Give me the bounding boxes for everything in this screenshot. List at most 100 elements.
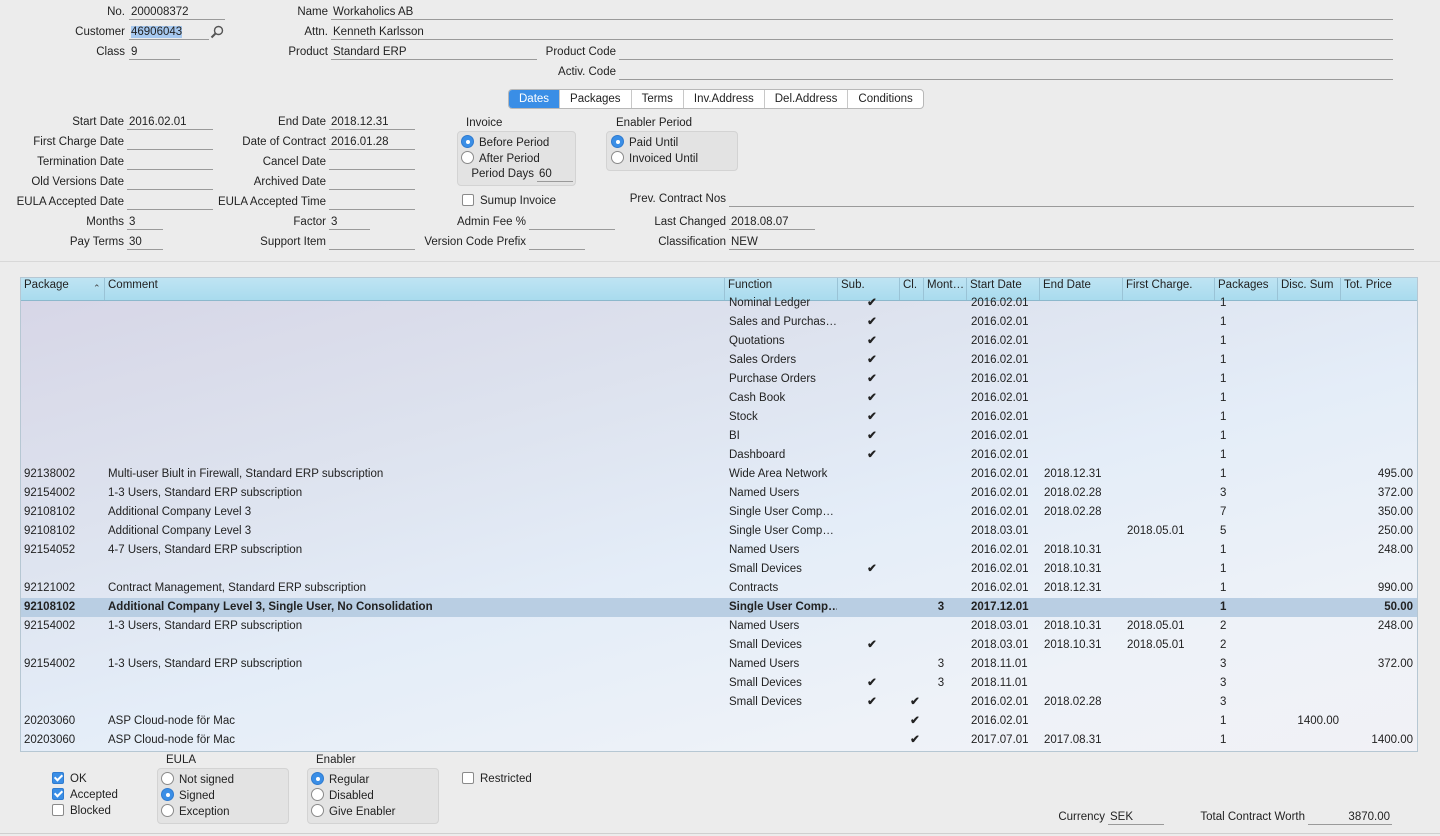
table-row[interactable]: Sales Orders ✔ 2016.02.01 1: [21, 351, 1417, 370]
months-field[interactable]: 3: [127, 215, 163, 230]
table-row[interactable]: 92138002 Multi-user Biult in Firewall, St…: [21, 465, 1417, 484]
currency-field[interactable]: SEK: [1108, 810, 1164, 825]
table-row[interactable]: Quotations ✔ 2016.02.01 1: [21, 332, 1417, 351]
accepted-checkbox[interactable]: Accepted: [52, 788, 118, 803]
eula-accepted-time-field[interactable]: [329, 195, 415, 210]
cell-comment: 1-3 Users, Standard ERP subscription: [108, 658, 303, 670]
cell-package: [24, 446, 104, 465]
activ-code-field[interactable]: [619, 65, 1393, 80]
eula-signed-radio[interactable]: Signed: [161, 788, 215, 803]
cell-tot-price: [1343, 712, 1413, 731]
enabler-group-title: Enabler: [316, 754, 356, 766]
tab-del-address[interactable]: Del.Address: [765, 90, 849, 108]
cell-package: 92154002: [24, 658, 76, 670]
attn-field[interactable]: Kenneth Karlsson: [331, 25, 1393, 40]
archived-date-label: Archived Date: [253, 176, 326, 188]
table-row[interactable]: Nominal Ledger ✔ 2016.02.01 1: [21, 294, 1417, 313]
ok-checkbox[interactable]: OK: [52, 772, 87, 787]
tab-conditions[interactable]: Conditions: [848, 90, 922, 108]
table-row[interactable]: Cash Book ✔ 2016.02.01 1: [21, 389, 1417, 408]
table-row[interactable]: 92108102 Additional Company Level 3 Single…: [21, 522, 1417, 541]
table-row[interactable]: 92154002 1-3 Users, Standard ERP subscrip…: [21, 484, 1417, 503]
sumup-invoice-checkbox[interactable]: Sumup Invoice: [462, 194, 556, 209]
sumup-invoice-label: Sumup Invoice: [480, 195, 557, 207]
table-row[interactable]: Purchase Orders ✔ 2016.02.01 1: [21, 370, 1417, 389]
version-code-prefix-field[interactable]: [529, 235, 585, 250]
pay-terms-field[interactable]: 30: [127, 235, 163, 250]
table-row[interactable]: 92154052 4-7 Users, Standard ERP subscrip…: [21, 541, 1417, 560]
invoiced-until-radio[interactable]: Invoiced Until: [611, 151, 698, 166]
cell-cl: [904, 560, 926, 579]
cell-end-date: 2018.10.31: [1044, 544, 1102, 556]
enabler-give-radio[interactable]: Give Enabler: [311, 804, 395, 819]
cell-comment: 1-3 Users, Standard ERP subscription: [108, 487, 303, 499]
product-field[interactable]: Standard ERP: [331, 45, 537, 60]
cell-first-charge: [1127, 731, 1217, 750]
cell-disc-sum: 1400.00: [1297, 715, 1339, 727]
tab-inv-address[interactable]: Inv.Address: [684, 90, 765, 108]
table-row[interactable]: 20203060 ASP Cloud-node för Mac ✔ 2017.07.0…: [21, 731, 1417, 750]
cell-function: Small Devices: [729, 696, 802, 708]
table-row[interactable]: 92108102 Additional Company Level 3, Sing…: [21, 598, 1417, 617]
enabler-regular-radio[interactable]: Regular: [311, 772, 369, 787]
table-row[interactable]: BI ✔ 2016.02.01 1: [21, 427, 1417, 446]
search-icon[interactable]: [210, 25, 224, 39]
table-row[interactable]: 92121002 Contract Management, Standard ER…: [21, 579, 1417, 598]
eula-not-signed-radio[interactable]: Not signed: [161, 772, 234, 787]
prev-contract-nos-field[interactable]: [729, 192, 1414, 207]
end-date-field[interactable]: 2018.12.31: [329, 115, 415, 130]
factor-field[interactable]: 3: [329, 215, 370, 230]
table-row[interactable]: 20203060 ASP Cloud-node för Mac ✔ 2016.02.0…: [21, 712, 1417, 731]
eula-accepted-time-label: EULA Accepted Time: [217, 196, 326, 208]
blocked-checkbox[interactable]: Blocked: [52, 804, 111, 819]
accepted-label: Accepted: [70, 789, 118, 801]
classification-field[interactable]: NEW: [729, 235, 1414, 250]
cell-comment: [108, 370, 723, 389]
cell-comment: [108, 446, 723, 465]
cell-first-charge: [1127, 712, 1217, 731]
class-field[interactable]: 9: [129, 45, 180, 60]
table-row[interactable]: Small Devices ✔ ✔ 2016.02.01 2018.02.28 3: [21, 693, 1417, 712]
table-row[interactable]: Small Devices ✔ 3 2018.11.01 3: [21, 674, 1417, 693]
cell-comment: [108, 636, 723, 655]
date-of-contract-field[interactable]: 2016.01.28: [329, 135, 415, 150]
period-days-field[interactable]: 60: [537, 167, 573, 182]
table-row[interactable]: 92154002 1-3 Users, Standard ERP subscrip…: [21, 617, 1417, 636]
enabler-disabled-radio[interactable]: Disabled: [311, 788, 374, 803]
tab-terms[interactable]: Terms: [632, 90, 684, 108]
tab-dates[interactable]: Dates: [509, 90, 561, 108]
table-row[interactable]: Small Devices ✔ 2018.03.01 2018.10.31 2018.0…: [21, 636, 1417, 655]
last-changed-field[interactable]: 2018.08.07: [729, 215, 815, 230]
paid-until-radio[interactable]: Paid Until: [611, 135, 678, 150]
name-field[interactable]: Workaholics AB: [331, 5, 1393, 20]
restricted-checkbox[interactable]: Restricted: [462, 772, 532, 787]
cell-comment: [108, 351, 723, 370]
cancel-date-field[interactable]: [329, 155, 415, 170]
table-row[interactable]: Stock ✔ 2016.02.01 1: [21, 408, 1417, 427]
table-row[interactable]: 92108102 Additional Company Level 3 Single…: [21, 503, 1417, 522]
table-row[interactable]: Sales and Purchas… ✔ 2016.02.01 1: [21, 313, 1417, 332]
eula-exception-radio[interactable]: Exception: [161, 804, 230, 819]
cell-cl: [904, 617, 926, 636]
no-field[interactable]: 200008372: [129, 5, 225, 20]
cell-function: Named Users: [729, 620, 800, 632]
cell-function: Stock: [729, 411, 758, 423]
cell-tot-price: 495.00: [1377, 468, 1413, 480]
after-period-radio[interactable]: After Period: [461, 151, 540, 166]
cell-start-date: 2016.02.01: [971, 544, 1029, 556]
cell-package: [24, 332, 104, 351]
cell-package: 92154002: [24, 487, 76, 499]
cell-disc-sum: [1281, 465, 1339, 484]
before-period-radio[interactable]: Before Period: [461, 135, 549, 150]
cell-months: [926, 446, 956, 465]
table-row[interactable]: Small Devices ✔ 2016.02.01 2018.10.31 1: [21, 560, 1417, 579]
tab-packages[interactable]: Packages: [560, 90, 632, 108]
archived-date-field[interactable]: [329, 175, 415, 190]
table-row[interactable]: Dashboard ✔ 2016.02.01 1: [21, 446, 1417, 465]
table-row[interactable]: 92154002 1-3 Users, Standard ERP subscrip…: [21, 655, 1417, 674]
cell-package: [24, 370, 104, 389]
product-code-field[interactable]: [619, 45, 1393, 60]
cell-sub: ✔: [867, 392, 877, 404]
customer-field[interactable]: 46906043: [129, 25, 209, 40]
cell-cl: [904, 541, 926, 560]
